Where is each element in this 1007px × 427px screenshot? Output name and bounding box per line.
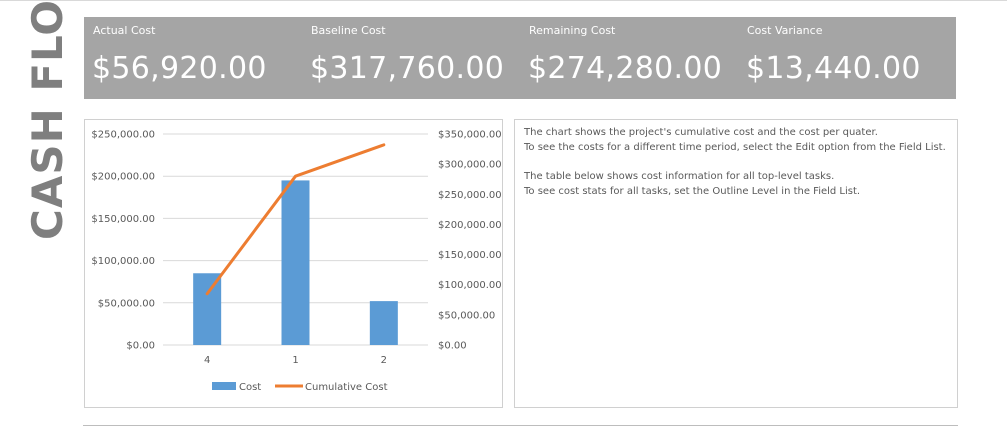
cost-chart: $250,000.00 $200,000.00 $150,000.00 $100,00… bbox=[91, 130, 502, 394]
y-right-tick-label: $50,000.00 bbox=[438, 310, 495, 321]
kpi-remaining-cost: Remaining Cost $274,280.00 bbox=[520, 17, 738, 99]
y-left-tick-label: $50,000.00 bbox=[98, 298, 155, 309]
y-right-tick-label: $150,000.00 bbox=[438, 250, 502, 261]
kpi-label: Remaining Cost bbox=[529, 24, 616, 37]
y-left-tick-label: $0.00 bbox=[126, 341, 155, 352]
kpi-baseline-cost: Baseline Cost $317,760.00 bbox=[302, 17, 520, 99]
notes-text: The chart shows the project's cumulative… bbox=[524, 125, 946, 199]
kpi-label: Cost Variance bbox=[747, 24, 823, 37]
kpi-band: Actual Cost $56,920.00 Baseline Cost $31… bbox=[84, 17, 956, 99]
y-left-tick-label: $100,000.00 bbox=[91, 256, 155, 267]
x-tick-label: 1 bbox=[292, 355, 298, 366]
x-tick-label: 2 bbox=[381, 355, 387, 366]
y-right-tick-label: $350,000.00 bbox=[438, 130, 502, 141]
note-line: To see the costs for a different time pe… bbox=[524, 142, 946, 153]
page-title: CASH FLOW bbox=[23, 0, 72, 240]
kpi-value: $317,760.00 bbox=[310, 51, 505, 86]
legend-swatch-cost bbox=[212, 382, 236, 390]
kpi-cost-variance: Cost Variance $13,440.00 bbox=[738, 17, 956, 99]
notes-panel[interactable]: The chart shows the project's cumulative… bbox=[514, 119, 958, 408]
y-left-tick-label: $150,000.00 bbox=[91, 214, 155, 225]
y-right-tick-label: $250,000.00 bbox=[438, 190, 502, 201]
note-line: The chart shows the project's cumulative… bbox=[524, 127, 878, 138]
y-right-tick-label: $0.00 bbox=[438, 341, 467, 352]
note-gap bbox=[524, 155, 946, 169]
top-rule bbox=[0, 0, 1007, 1]
kpi-value: $274,280.00 bbox=[528, 51, 723, 86]
cost-chart-panel[interactable]: $250,000.00 $200,000.00 $150,000.00 $100,00… bbox=[84, 119, 503, 408]
legend-label-cost: Cost bbox=[239, 382, 261, 393]
x-tick-label: 4 bbox=[204, 355, 210, 366]
note-line: To see cost stats for all tasks, set the… bbox=[524, 186, 861, 197]
bar-cost bbox=[193, 273, 222, 345]
bar-cost bbox=[281, 180, 310, 345]
legend-label-cumulative: Cumulative Cost bbox=[305, 382, 388, 393]
y-right-tick-label: $100,000.00 bbox=[438, 280, 502, 291]
y-left-tick-label: $200,000.00 bbox=[91, 172, 155, 183]
kpi-value: $13,440.00 bbox=[746, 51, 921, 86]
kpi-label: Baseline Cost bbox=[311, 24, 386, 37]
kpi-value: $56,920.00 bbox=[92, 51, 267, 86]
bar-cost bbox=[369, 301, 398, 345]
kpi-actual-cost: Actual Cost $56,920.00 bbox=[84, 17, 302, 99]
kpi-label: Actual Cost bbox=[93, 24, 156, 37]
y-left-tick-label: $250,000.00 bbox=[91, 130, 155, 141]
y-right-tick-label: $200,000.00 bbox=[438, 220, 502, 231]
y-right-tick-label: $300,000.00 bbox=[438, 160, 502, 171]
bottom-rule bbox=[83, 425, 958, 426]
note-line: The table below shows cost information f… bbox=[524, 171, 835, 182]
